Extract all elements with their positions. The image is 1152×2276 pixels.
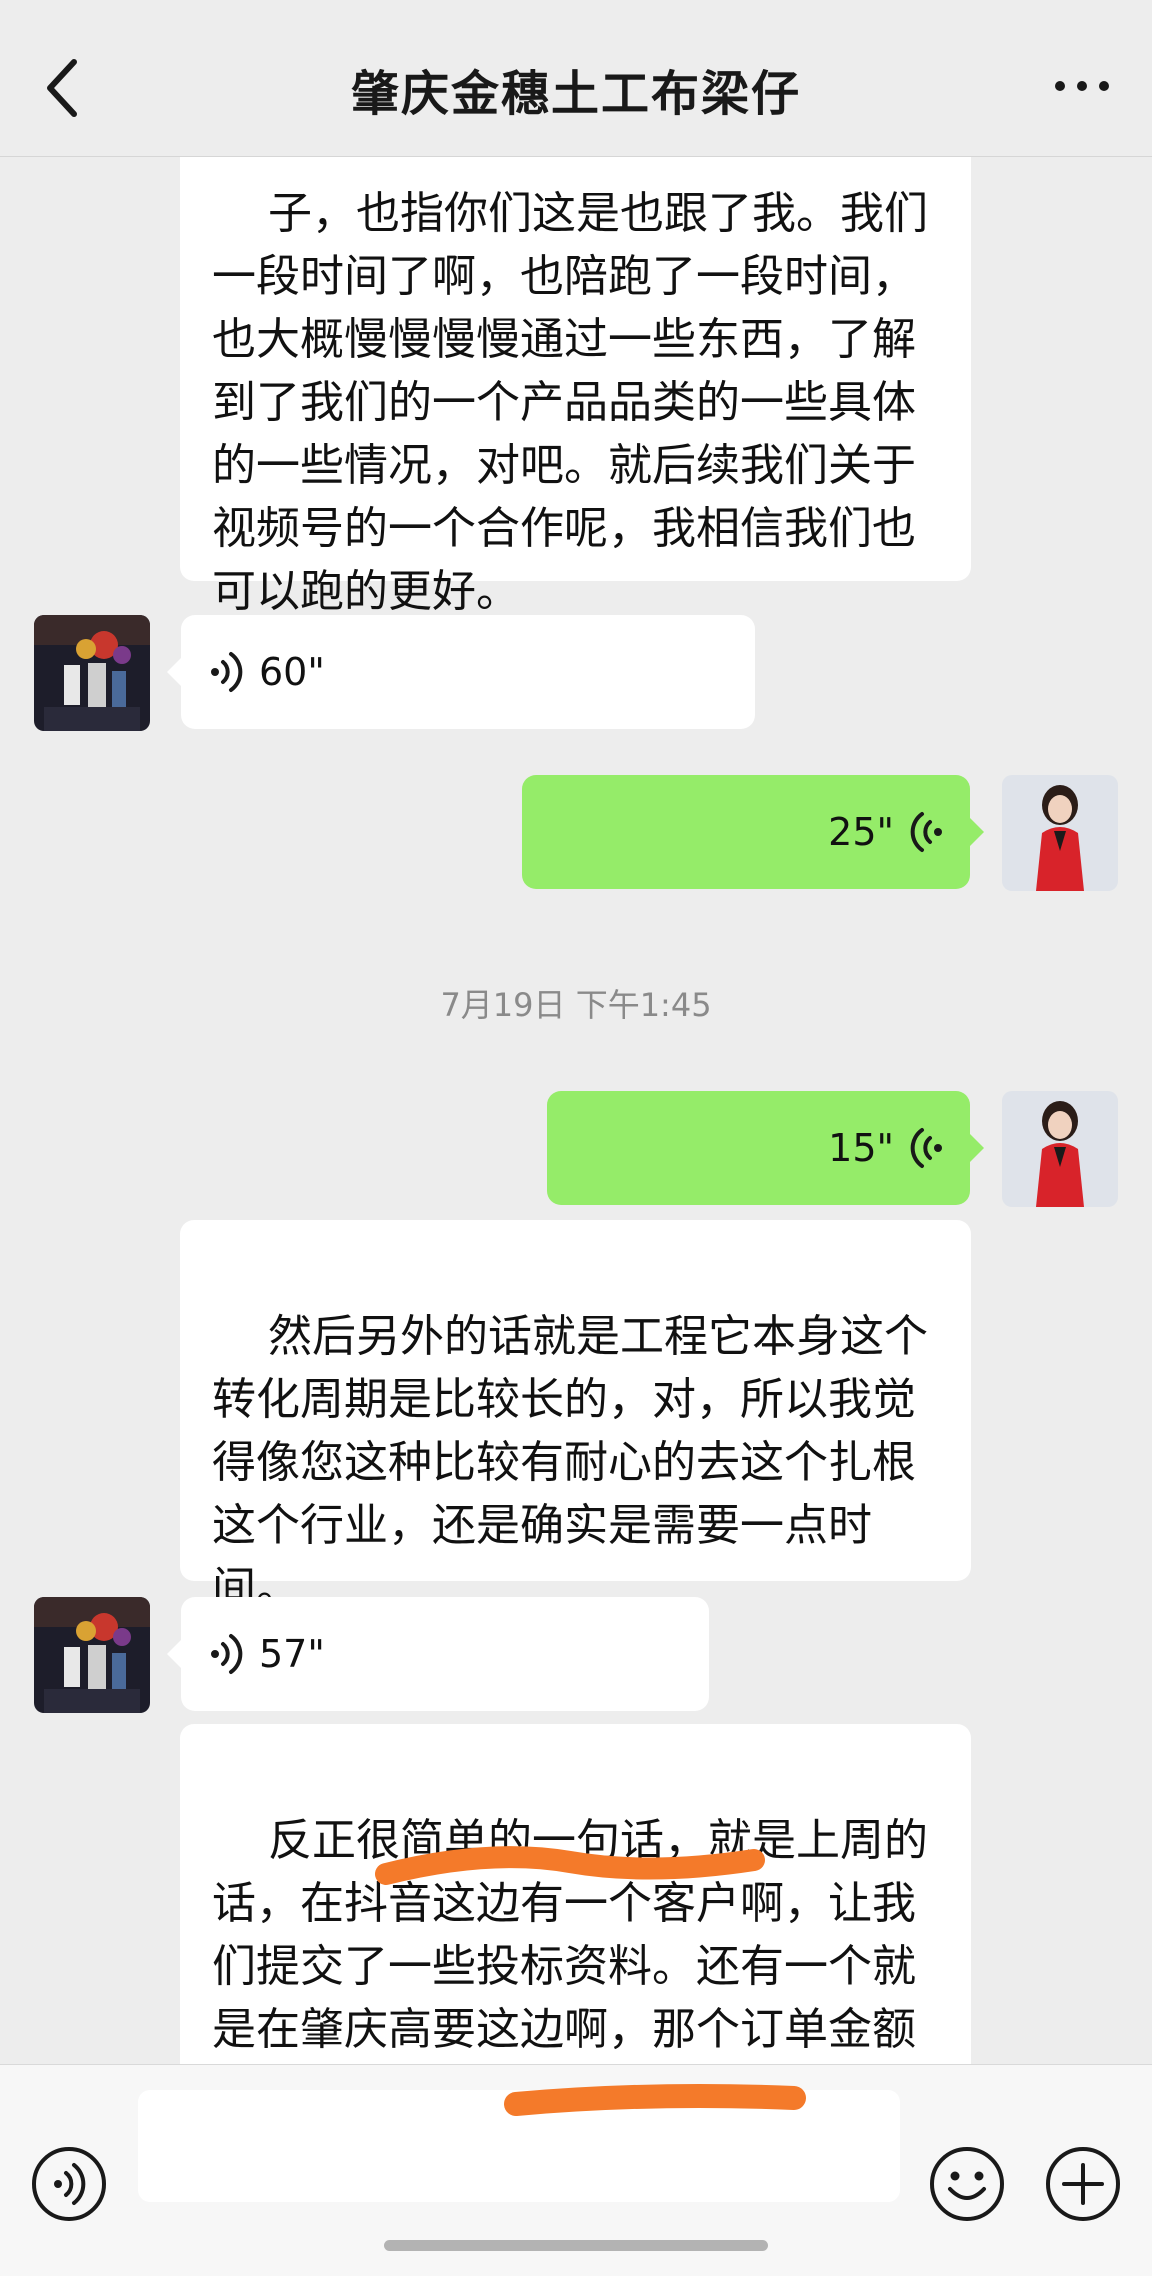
more-options-button[interactable] [1052,66,1112,106]
voice-message-bubble[interactable]: 57" [167,1597,709,1711]
voice-duration: 15" [828,1126,894,1170]
voice-message-bubble[interactable]: 60" [167,615,755,729]
message-text: 子，也指你们这是也跟了我。我们一段时间了啊，也陪跑了一段时间，也大概慢慢慢慢通过… [212,188,928,617]
voice-duration: 60" [259,650,325,694]
voice-mode-icon [32,2147,106,2221]
contact-avatar[interactable] [34,1597,150,1713]
contact-avatar[interactable] [34,615,150,731]
emoji-button[interactable] [928,2145,1006,2223]
message-input[interactable] [138,2090,900,2202]
home-indicator[interactable] [384,2240,768,2251]
voice-message-bubble[interactable]: 25" [522,775,984,889]
message-list[interactable]: 子，也指你们这是也跟了我。我们一段时间了啊，也陪跑了一段时间，也大概慢慢慢慢通过… [0,157,1152,2064]
message-text-bubble[interactable]: 反正很简单的一句话，就是上周的话，在抖音这边有一个客户啊，让我们提交了一些投标资… [180,1724,971,2064]
more-dots-icon [1055,81,1109,91]
voice-mode-button[interactable] [30,2145,108,2223]
avatar-image [34,615,150,731]
my-avatar[interactable] [1002,775,1118,891]
message-text-bubble[interactable]: 然后另外的话就是工程它本身这个转化周期是比较长的，对，所以我觉得像您这种比较有耐… [180,1220,971,1614]
chat-header: 肇庆金穗土工布梁仔 [0,0,1152,157]
voice-duration: 25" [828,810,894,854]
message-text: 反正很简单的一句话，就是上周的话，在抖音这边有一个客户啊，让我们提交了一些投标资… [212,1815,928,2055]
avatar-image [34,1597,150,1713]
message-timestamp: 7月19日 下午1:45 [440,986,712,1024]
voice-message-bubble[interactable]: 15" [547,1091,984,1205]
emoji-icon [930,2147,1004,2221]
more-functions-button[interactable] [1044,2145,1122,2223]
voice-duration: 57" [259,1632,325,1676]
message-text-bubble[interactable]: 子，也指你们这是也跟了我。我们一段时间了啊，也陪跑了一段时间，也大概慢慢慢慢通过… [180,157,971,617]
plus-icon [1046,2147,1120,2221]
message-text: 然后另外的话就是工程它本身这个转化周期是比较长的，对，所以我觉得像您这种比较有耐… [212,1311,928,1614]
voice-wave-icon [211,652,243,692]
avatar-image [1002,1091,1118,1207]
voice-wave-icon [211,1634,243,1674]
avatar-image [1002,775,1118,891]
voice-wave-icon [910,812,942,852]
my-avatar[interactable] [1002,1091,1118,1207]
voice-wave-icon [910,1128,942,1168]
chat-title: 肇庆金穗土工布梁仔 [350,66,801,122]
